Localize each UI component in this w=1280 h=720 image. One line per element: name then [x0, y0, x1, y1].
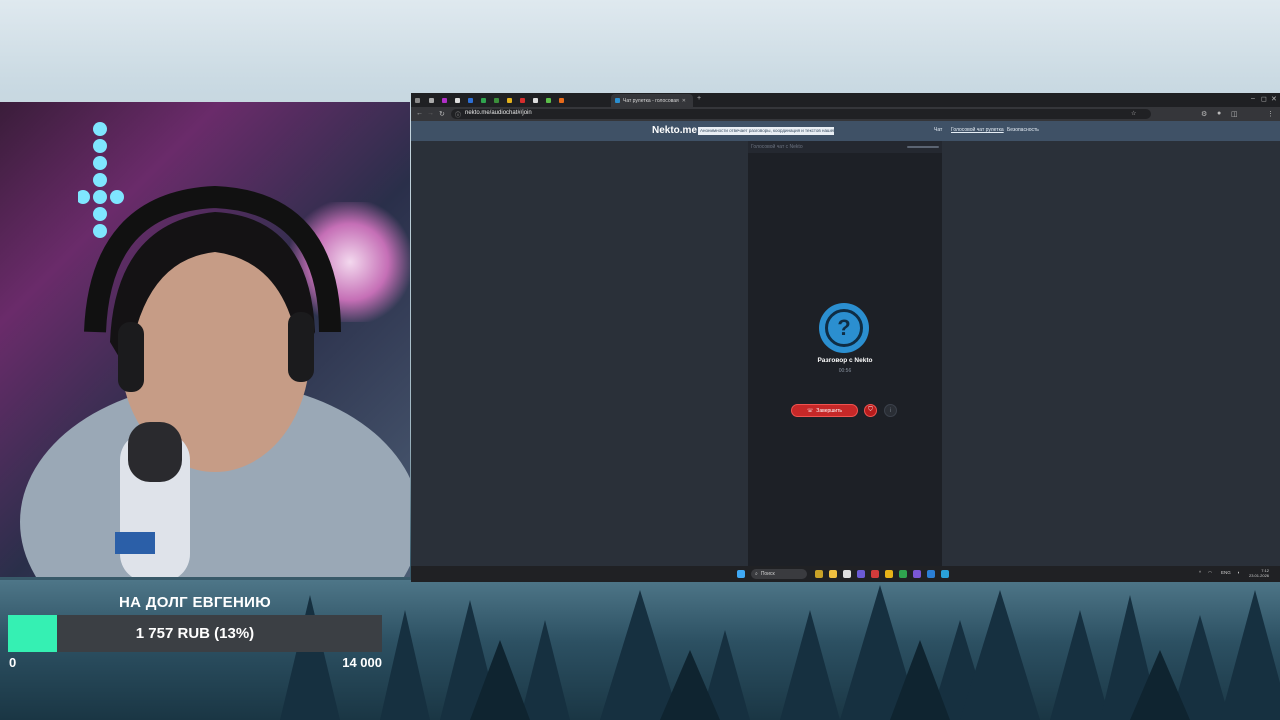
taskbar-app-icon[interactable] [927, 570, 935, 578]
language-indicator[interactable]: ENG [1221, 570, 1231, 575]
nekto-favicon-icon [615, 98, 620, 103]
volume-slider[interactable] [907, 146, 939, 148]
pinned-tabs[interactable] [415, 95, 420, 105]
site-logo[interactable]: Nekto.me [652, 125, 697, 136]
streamer-figure [20, 185, 410, 577]
taskbar-app-icon[interactable] [843, 570, 851, 578]
tab-strip[interactable] [429, 95, 564, 105]
nav-chat[interactable]: Чат [934, 127, 942, 133]
tab-icon[interactable] [533, 97, 538, 103]
report-button[interactable]: ⛉ [864, 404, 877, 417]
back-icon[interactable]: ← [416, 110, 423, 117]
partner-avatar: ? [819, 303, 869, 353]
tray-chevron-icon[interactable]: ^ [1199, 570, 1201, 575]
tab-bar: Чат рулетка - голосовая ✕ + – ◻ ✕ [411, 93, 1280, 107]
info-icon: i [889, 407, 892, 414]
close-window-button[interactable]: ✕ [1271, 95, 1277, 103]
clock-date: 23.01.2026 [1249, 573, 1270, 578]
tab-icon[interactable] [507, 97, 512, 103]
tab-icon[interactable] [494, 97, 499, 103]
goal-progress-bar: 1 757 RUB (13%) [8, 615, 382, 652]
search-icon: ⌕ [755, 571, 758, 577]
forward-icon[interactable]: → [427, 110, 434, 117]
menu-icon[interactable]: ⋮ [1267, 110, 1274, 118]
goal-progress-text: 1 757 RUB (13%) [135, 625, 255, 642]
tab-icon[interactable] [520, 97, 525, 103]
puzzle-icon[interactable]: ◫ [1231, 110, 1238, 118]
star-icon[interactable]: ☆ [1131, 110, 1136, 117]
donation-goal-widget: НА ДОЛГ ЕВГЕНИЮ 1 757 RUB (13%) 0 14 000 [0, 590, 400, 680]
panel-label: Голосовой чат с Nekto [751, 144, 803, 150]
url-text: nekto.me/audiochat#/join [465, 110, 532, 116]
panel-header: Голосовой чат с Nekto [748, 141, 942, 153]
tab-icon[interactable] [442, 97, 447, 103]
active-tab-label: Чат рулетка - голосовая [623, 97, 679, 104]
taskbar-app-icon[interactable] [913, 570, 921, 578]
goal-max-label: 14 000 [342, 655, 382, 670]
tab-icon[interactable] [481, 97, 486, 103]
active-tab[interactable]: Чат рулетка - голосовая ✕ [611, 94, 693, 107]
site-header: Nekto.me Анонимности отвечает разговоры,… [411, 121, 1280, 141]
maximize-button[interactable]: ◻ [1261, 95, 1267, 103]
phone-icon: ☏ [807, 407, 814, 414]
call-timer: 00:56 [838, 368, 852, 374]
info-button[interactable]: i [884, 404, 897, 417]
taskbar-search-label: Поиск [760, 571, 775, 577]
reload-icon[interactable]: ↻ [439, 110, 445, 118]
address-bar: ← → ↻ ⓘ nekto.me/audiochat#/join ☆ ⚙ ● ◫… [411, 107, 1280, 121]
taskbar-app-icon[interactable] [815, 570, 823, 578]
minimize-button[interactable]: – [1251, 95, 1255, 102]
file-explorer-icon[interactable] [829, 570, 837, 578]
windows-start-icon[interactable] [737, 570, 745, 578]
goal-title: НА ДОЛГ ЕВГЕНИЮ [119, 594, 271, 611]
taskbar-app-icon[interactable] [899, 570, 907, 578]
nav-voice-roulette[interactable]: Голосовой чат рулетка [951, 127, 1004, 133]
chrome-icon[interactable] [885, 570, 893, 578]
windows-taskbar: ⌕ Поиск ^ ◠ ENG ◖ 7:12 23.01.2026 [411, 566, 1280, 582]
end-call-label: Завершить [816, 407, 842, 414]
browser-window: Чат рулетка - голосовая ✕ + – ◻ ✕ ← → ↻ … [411, 93, 1280, 582]
nav-safety[interactable]: Безопасность [1007, 127, 1039, 133]
network-icon[interactable]: ◠ [1208, 570, 1212, 576]
voice-chat-panel: Голосовой чат с Nekto ? Разговор с Nekto… [748, 141, 942, 566]
webcam-feed [0, 102, 410, 577]
tab-icon[interactable] [455, 97, 460, 103]
tab-icon[interactable] [468, 97, 473, 103]
url-field[interactable]: ⓘ nekto.me/audiochat#/join ☆ [451, 109, 1151, 119]
new-tab-icon[interactable]: + [697, 95, 701, 102]
site-info-icon[interactable]: ⓘ [455, 110, 461, 119]
question-mark-icon: ? [825, 309, 863, 347]
nekto-page: Nekto.me Анонимности отвечает разговоры,… [411, 121, 1280, 566]
tab-icon[interactable] [546, 97, 551, 103]
close-tab-icon[interactable]: ✕ [682, 98, 686, 104]
extensions-icon[interactable]: ⚙ [1201, 110, 1207, 118]
telegram-icon[interactable] [941, 570, 949, 578]
tab-icon[interactable] [429, 97, 434, 103]
volume-icon[interactable]: ◖ [1237, 570, 1240, 575]
tab-icon[interactable] [559, 97, 564, 103]
taskbar-app-icon[interactable] [871, 570, 879, 578]
end-call-button[interactable]: ☏ Завершить [791, 404, 858, 417]
taskbar-clock[interactable]: 7:12 23.01.2026 [1249, 568, 1269, 578]
conversation-title: Разговор с Nekto [817, 357, 873, 364]
taskbar-app-icon[interactable] [857, 570, 865, 578]
profile-icon[interactable]: ● [1217, 110, 1221, 117]
tab-icon[interactable] [415, 97, 420, 103]
shield-icon: ⛉ [868, 407, 873, 413]
taskbar-search[interactable]: ⌕ Поиск [751, 569, 807, 579]
goal-min-label: 0 [9, 655, 17, 670]
notice-banner: Анонимности отвечает разговоры, координа… [698, 127, 834, 135]
